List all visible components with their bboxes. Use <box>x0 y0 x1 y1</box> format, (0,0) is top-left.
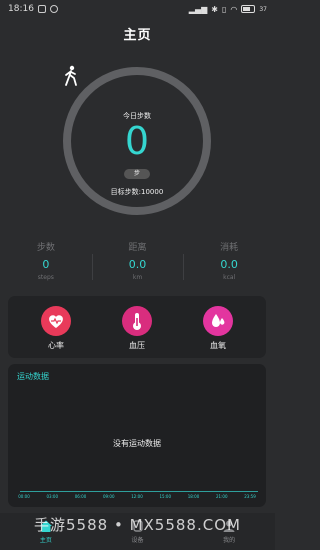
blood-pressure-label: 血压 <box>129 341 145 350</box>
tab-label: 主页 <box>39 537 52 544</box>
time-tick: 15:00 <box>159 494 172 499</box>
battery-icon <box>241 5 256 13</box>
wifi-icon: ◠ <box>230 4 238 14</box>
sport-data-title: 运动数据 <box>17 372 49 381</box>
stat-calories: 消耗 0.0 kcal <box>183 238 275 286</box>
tab-label: 我的 <box>223 537 236 544</box>
health-card: 心率 血压 血氧 <box>8 296 266 358</box>
signal-icon: ▂▄▆ <box>188 4 208 14</box>
stats-row: 步数 0 steps 距离 0.0 km 消耗 0.0 kcal <box>0 238 275 286</box>
tab-label: 设备 <box>131 537 144 544</box>
status-bar: 18:16 ▂▄▆ ✱ ▯ ◠ 37 <box>0 0 275 18</box>
time-tick: 06:00 <box>74 494 87 499</box>
stat-distance: 距离 0.0 km <box>91 238 184 286</box>
walking-person-icon <box>65 65 77 86</box>
time-tick: 18:00 <box>187 494 200 499</box>
step-ring: 今日步数 0 步 目标步数:10000 <box>61 65 213 217</box>
blood-oxygen-label: 血氧 <box>210 341 226 350</box>
bottom-tab-bar: 主页 设备 我的 <box>0 513 275 550</box>
tab-home[interactable]: 主页 <box>0 513 92 550</box>
heart-rate-icon <box>41 306 71 336</box>
stat-label: 步数 <box>36 243 55 253</box>
stat-steps: 步数 0 steps <box>0 238 92 286</box>
time-tick: 12:00 <box>131 494 143 499</box>
app-notification-icon <box>37 5 46 13</box>
stat-unit: kcal <box>223 274 236 281</box>
time-tick: 21:00 <box>215 494 228 499</box>
heart-rate-button[interactable]: 心率 <box>31 306 81 351</box>
bluetooth-icon: ✱ <box>211 4 218 14</box>
time-tick: 00:00 <box>18 494 30 499</box>
drops-icon <box>203 306 233 336</box>
settings-notification-icon <box>49 5 58 13</box>
stat-label: 消耗 <box>220 243 239 253</box>
time-axis: 00:00 03:00 06:00 09:00 12:00 15:00 18:00 21:00… <box>8 494 266 502</box>
blood-oxygen-button[interactable]: 血氧 <box>193 306 243 351</box>
stat-label: 距离 <box>128 243 147 253</box>
sport-data-card: 运动数据 没有运动数据 00:00 03:00 06:00 09:00 12:00 15:… <box>8 364 266 507</box>
no-sport-data-text: 没有运动数据 <box>113 439 161 448</box>
step-goal-text: 目标步数:10000 <box>110 188 164 196</box>
device-icon <box>131 518 145 532</box>
stat-unit: km <box>132 274 143 281</box>
heart-rate-label: 心率 <box>48 341 64 350</box>
steps-count: 0 <box>124 119 150 163</box>
time-tick: 09:00 <box>102 494 115 499</box>
chart-baseline <box>20 491 258 492</box>
tab-profile[interactable]: 我的 <box>183 513 275 550</box>
stat-value: 0.0 <box>220 258 238 271</box>
steps-unit-badge: 步 <box>124 169 150 179</box>
thermometer-icon <box>122 306 152 336</box>
page-title: 主页 <box>123 28 152 43</box>
tab-device[interactable]: 设备 <box>92 513 184 550</box>
stat-value: 0 <box>42 258 50 271</box>
time-tick: 23:59 <box>244 494 256 499</box>
time-tick: 03:00 <box>46 494 59 499</box>
blood-pressure-button[interactable]: 血压 <box>112 306 162 351</box>
home-icon <box>39 518 53 532</box>
profile-icon <box>222 518 236 532</box>
vibrate-icon: ▯ <box>221 4 227 14</box>
stat-unit: steps <box>37 274 54 281</box>
status-time: 18:16 <box>8 4 34 14</box>
battery-level: 37 <box>259 5 267 13</box>
stat-value: 0.0 <box>128 258 147 271</box>
